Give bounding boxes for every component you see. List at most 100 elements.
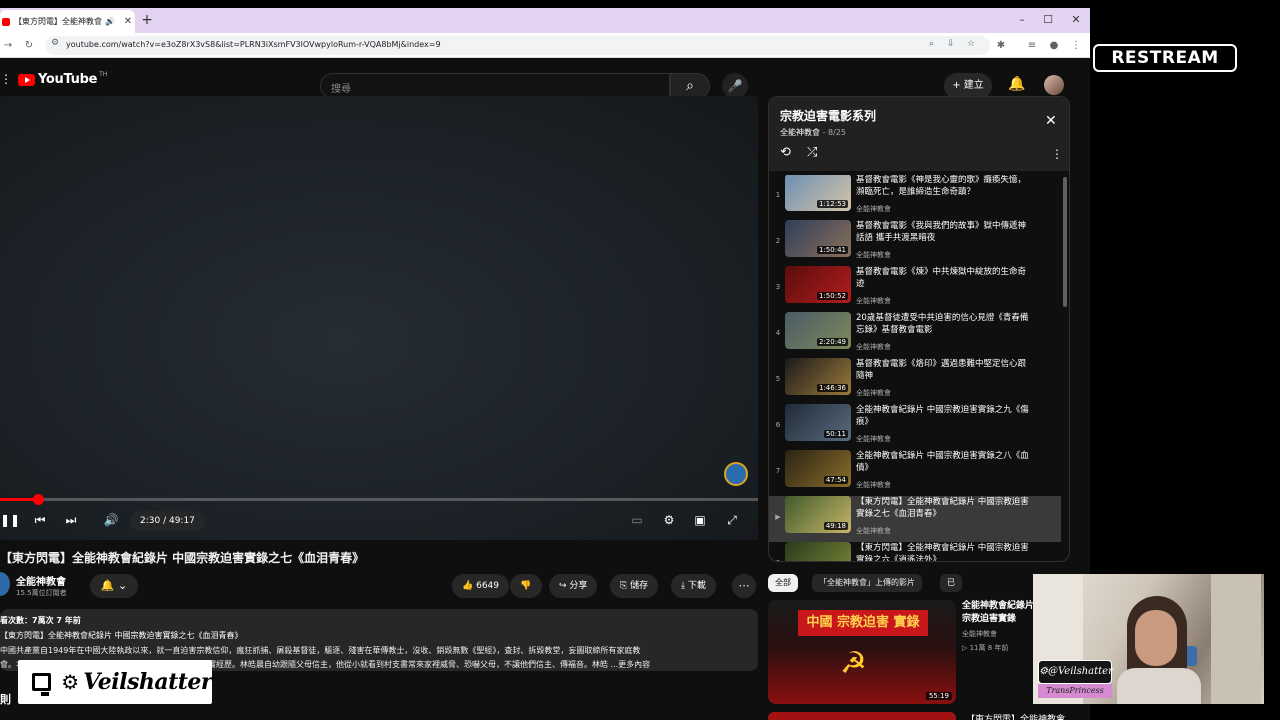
settings-icon[interactable]: ⚙ — [660, 510, 678, 530]
playlist-item-title[interactable]: 基督教會電影《烙印》邁過患難中堅定信心跟隨神 — [856, 358, 1031, 382]
playlist-item-title[interactable]: 基督教會電影《神是我心靈的歌》癱瘓失憶，瀕臨死亡，是誰締造生命奇蹟？ — [856, 175, 1031, 198]
channel-watermark-icon[interactable] — [724, 462, 748, 486]
logo-text: YouTube — [38, 72, 98, 87]
next-recommendation-thumbnail[interactable] — [768, 712, 956, 720]
bookmark-star-icon[interactable]: ☆ — [967, 39, 975, 49]
brand-name: Veilshatter — [83, 669, 212, 695]
address-bar[interactable]: ⚙ youtube.com/watch?v=e3oZ8rX3vS8&list=P… — [45, 36, 990, 55]
close-icon[interactable]: ✕ — [1045, 113, 1057, 129]
notifications-icon[interactable]: 🔔 — [1008, 76, 1025, 92]
playlist-item-thumbnail[interactable]: 49:18 — [785, 496, 851, 533]
playlist-item-thumbnail[interactable]: 1:46:36 — [785, 358, 851, 395]
recommendation-title[interactable]: 全能神教會紀錄片 宗教迫害實錄 — [962, 600, 1037, 626]
playlist-item-thumbnail[interactable] — [785, 542, 851, 561]
subtitles-icon[interactable]: ▭ — [628, 510, 646, 530]
chip-all[interactable]: 全部 — [768, 574, 798, 592]
reload-icon[interactable]: ↻ — [21, 38, 37, 54]
channel-name[interactable]: 全能神教會 — [16, 573, 66, 588]
logo-country: TH — [99, 71, 108, 78]
search-icon: ⌕ — [686, 78, 694, 94]
playlist-item[interactable]: 3 1:50:52 基督教會電影《煉》中共煉獄中綻放的生命奇迹 全能神教會 — [769, 266, 1061, 312]
progress-bar[interactable] — [0, 494, 758, 505]
profile-icon[interactable]: ● — [1046, 38, 1062, 54]
playlist-item-title[interactable]: 【東方閃電】全能神教會紀錄片 中國宗教迫害實錄之七《血泪青春》 — [856, 496, 1031, 520]
playlist-more-icon[interactable]: ⋮ — [1051, 147, 1063, 161]
subscription-bell-button[interactable]: 🔔 ⌄ — [90, 574, 138, 598]
playlist-item-title[interactable]: 全能神教會紀錄片 中國宗教迫害實錄之九《傷痕》 — [856, 404, 1031, 428]
playlist-item-thumbnail[interactable]: 2:20:49 — [785, 312, 851, 349]
playlist-item-title[interactable]: 全能神教會紀錄片 中國宗教迫害實錄之八《血債》 — [856, 450, 1031, 474]
recommendation-channel[interactable]: 全能神教會 — [962, 629, 997, 639]
install-icon[interactable]: ⇩ — [947, 39, 955, 49]
pause-icon[interactable]: ❚❚ — [0, 510, 20, 530]
site-info-icon[interactable]: ⚙ — [51, 38, 59, 48]
youtube-logo[interactable]: YouTube TH — [18, 71, 108, 87]
playlist-item-thumbnail[interactable]: 1:12:53 — [785, 175, 851, 211]
save-button[interactable]: ⎘ 儲存 — [610, 574, 659, 598]
chrome-menu-icon[interactable]: ⋮ — [1068, 38, 1084, 54]
tag-gear-icon: ⚙ — [1039, 666, 1048, 677]
close-tab-icon[interactable]: ✕ — [121, 16, 135, 27]
media-icon[interactable]: ≡ — [1024, 38, 1040, 54]
playlist-item-thumbnail[interactable]: 1:50:52 — [785, 266, 851, 303]
new-tab-icon[interactable]: + — [140, 12, 154, 28]
playlist-item[interactable]: 4 2:20:49 20歲基督徒遭受中共迫害的信心見證《青春備忘錄》基督教會電影 全能… — [769, 312, 1061, 358]
playlist-channel[interactable]: 全能神教會 — [780, 128, 820, 137]
playlist-item-title[interactable]: 基督教會電影《我與我們的故事》獄中傳遞神話語 攜手共渡黑暗夜 — [856, 220, 1031, 244]
playlist-item-title[interactable]: 20歲基督徒遭受中共迫害的信心見證《青春備忘錄》基督教會電影 — [856, 312, 1031, 336]
playlist-item[interactable]: 9【東方閃電】全能神教會紀錄片 中國宗教迫害實錄之六《逍遙法外》全能神教會 — [769, 542, 1061, 561]
playlist-item-index: ▶ — [775, 513, 781, 521]
more-actions-icon[interactable]: ⋯ — [732, 574, 756, 598]
menu-icon[interactable]: ⋮ — [0, 72, 12, 86]
playlist-item[interactable]: 5 1:46:36 基督教會電影《烙印》邁過患難中堅定信心跟隨神 全能神教會 — [769, 358, 1061, 404]
playlist-item-thumbnail[interactable]: 47:54 — [785, 450, 851, 487]
restream-logo: RESTREAM — [1093, 44, 1237, 72]
playlist-item-index: 5 — [775, 375, 781, 383]
forward-icon[interactable]: → — [0, 38, 16, 54]
account-avatar[interactable] — [1044, 75, 1064, 95]
active-tab[interactable]: 【東方閃電】全能神教會紀 🔊 ✕ — [0, 10, 135, 33]
dislike-button[interactable]: 👎 — [510, 574, 542, 598]
speaker-icon[interactable]: 🔊 — [105, 17, 115, 26]
shuffle-icon[interactable]: ⤮ — [807, 145, 817, 160]
description-line-1: 【東方閃電】全能神教會紀錄片 中國宗教迫害實錄之七《血泪青春》 — [0, 631, 243, 640]
recommendation-thumbnail[interactable]: 中國 宗教迫害 實錄 ☭ 55:19 — [768, 600, 956, 704]
playlist-item[interactable]: 1 1:12:53 基督教會電影《神是我心靈的歌》癱瘓失憶，瀕臨死亡，是誰締造生命奇… — [769, 175, 1061, 220]
playlist-item-title[interactable]: 【東方閃電】全能神教會紀錄片 中國宗教迫害實錄之六《逍遙法外》 — [856, 542, 1031, 561]
like-button[interactable]: 👍 6649 — [452, 574, 509, 598]
miniplayer-icon[interactable]: ▣ — [691, 510, 709, 530]
next-icon[interactable]: ⏭ — [63, 510, 79, 530]
video-player[interactable]: ❚❚ ⏮ ⏭ 🔊 2:30 / 49:17 ▭ ⚙ ▣ ⤢ — [0, 96, 758, 540]
loop-icon[interactable]: ⟲ — [780, 145, 791, 160]
volume-icon[interactable]: 🔊 — [102, 510, 120, 530]
chip-watched[interactable]: 已 — [940, 574, 962, 592]
playlist-item[interactable]: 2 1:50:41 基督教會電影《我與我們的故事》獄中傳遞神話語 攜手共渡黑暗夜 全能… — [769, 220, 1061, 266]
playlist-item-thumbnail[interactable]: 50:11 — [785, 404, 851, 441]
maximize-icon[interactable]: ☐ — [1038, 12, 1058, 28]
zoom-icon[interactable]: ⌕ — [929, 39, 934, 49]
playlist-item-thumbnail[interactable]: 1:50:41 — [785, 220, 851, 257]
playlist-item-index: 7 — [775, 467, 781, 475]
playlist-item[interactable]: 6 50:11 全能神教會紀錄片 中國宗教迫害實錄之九《傷痕》 全能神教會 — [769, 404, 1061, 450]
playlist-item-duration: 1:50:52 — [817, 292, 848, 300]
chip-channel-uploads[interactable]: 「全能神教會」上傳的影片 — [812, 574, 922, 592]
download-button[interactable]: ⤓ 下載 — [671, 574, 716, 598]
minimize-icon[interactable]: – — [1012, 12, 1032, 28]
playlist-item-channel: 全能神教會 — [856, 527, 891, 535]
thumbs-down-icon: 👎 — [520, 581, 532, 591]
playlist-item[interactable]: ▶ 49:18 【東方閃電】全能神教會紀錄片 中國宗教迫害實錄之七《血泪青春》全能神… — [769, 496, 1061, 542]
playlist-item[interactable]: 7 47:54 全能神教會紀錄片 中國宗教迫害實錄之八《血債》 全能神教會 — [769, 450, 1061, 496]
previous-icon[interactable]: ⏮ — [32, 510, 48, 530]
scrubber-handle[interactable] — [33, 494, 45, 505]
extensions-icon[interactable]: ✱ — [993, 38, 1009, 54]
hammer-sickle-icon: ☭ — [840, 646, 867, 681]
close-window-icon[interactable]: ✕ — [1066, 12, 1086, 28]
fullscreen-icon[interactable]: ⤢ — [723, 510, 741, 530]
share-icon: ↪ — [559, 581, 567, 591]
share-button[interactable]: ↪ 分享 — [549, 574, 598, 598]
playlist-item-title[interactable]: 基督教會電影《煉》中共煉獄中綻放的生命奇迹 — [856, 266, 1031, 290]
playlist-item-index: 2 — [775, 237, 781, 245]
playlist-title[interactable]: 宗教迫害電影系列 — [780, 107, 876, 124]
playlist-scrollbar[interactable] — [1063, 177, 1067, 307]
next-recommendation-title[interactable]: 【東方閃電】全能神教會 — [966, 712, 1065, 720]
